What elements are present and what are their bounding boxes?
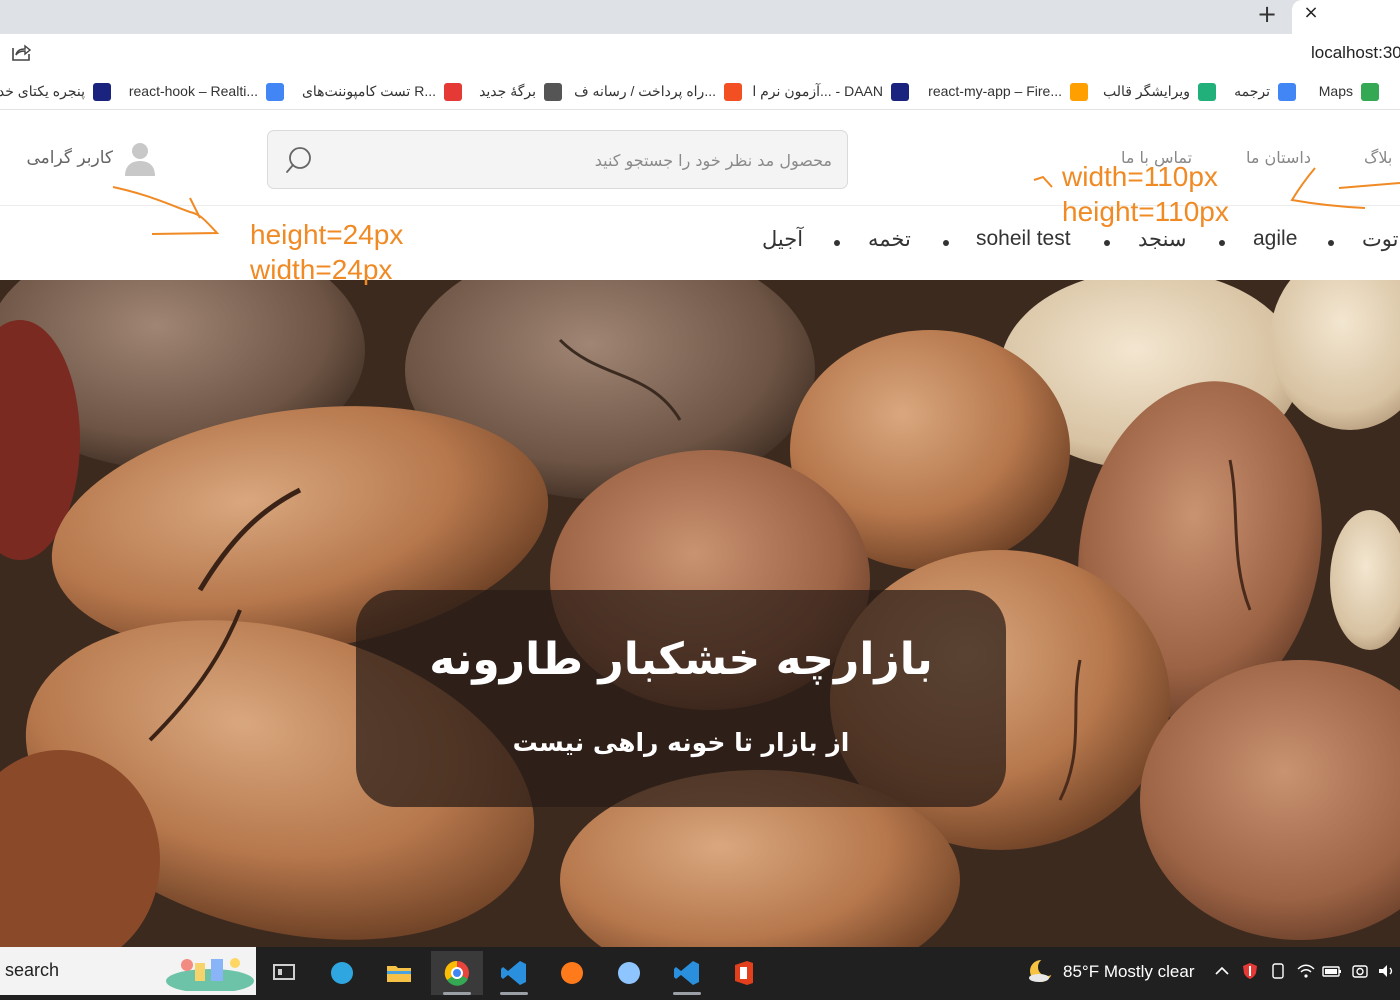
user-account[interactable]: کاربر گرامی [27,140,157,178]
battery-icon[interactable] [1322,961,1342,981]
search-highlight-icon [166,958,254,991]
wifi-icon[interactable] [1296,961,1316,981]
camera-icon[interactable] [1350,961,1370,981]
category-item[interactable]: آجیل [762,227,803,252]
weather-moon-icon [1029,958,1055,982]
edge-icon [331,962,353,984]
notepad-icon [618,962,640,984]
hero-subtitle: از بازار تا خونه راهی نیست [512,728,850,757]
annotation-user-height: height=24px [250,219,404,250]
hero-banner: بازارچه خشکبار طارونه از بازار تا خونه ر… [0,280,1400,947]
search-input[interactable] [332,145,832,175]
address-bar: localhost:300 [0,34,1400,74]
google-maps-icon [1361,83,1379,101]
annotation-user-width: width=24px [250,254,393,285]
file-explorer-icon [387,966,411,982]
category-item[interactable]: soheil test [976,227,1071,251]
bookmark-label: برگهٔ جدید [479,83,536,99]
firebase-icon [1070,83,1088,101]
device-icon[interactable] [1268,961,1288,981]
office-icon [724,83,742,101]
category-item[interactable]: سنجد [1138,227,1187,252]
tab-strip: + × [0,0,1400,34]
bookmark-item[interactable]: پنجره یکتای خدم [0,82,115,102]
separator-dot [834,240,840,246]
new-tab-button[interactable]: + [1255,2,1279,26]
nav-blog[interactable]: بلاگ [1364,148,1392,167]
search-box [267,130,848,189]
firefox-icon [561,962,583,984]
category-item[interactable]: تخمه [868,227,911,252]
daan-icon [891,83,909,101]
category-item[interactable]: agile [1253,227,1297,251]
annotation-nav-width: width=110px [1062,161,1218,192]
annotation-nav-height: height=110px [1062,196,1229,227]
bookmarks-bar: Maps ترجمه ویرایشگر قالب react-my-app – Fir… [0,74,1400,110]
taskbar-app-office[interactable] [718,951,770,995]
task-view-icon [273,964,295,980]
separator-dot [1219,240,1225,246]
w-logo-icon [1198,83,1216,101]
separator-dot [943,240,949,246]
running-indicator [673,992,701,995]
search-icon[interactable] [284,145,314,175]
nav-our-story[interactable]: داستان ما [1246,148,1311,167]
bookmark-label: ویرایشگر قالب [1103,83,1190,99]
taskbar-search-label: search [5,960,60,980]
taskbar-app-firefox[interactable] [546,951,598,995]
bookmark-label: Maps [1318,83,1353,99]
user-label: کاربر گرامی [26,148,113,168]
taskbar-app-vscode[interactable] [488,951,540,995]
url-field[interactable]: localhost:300 [1311,43,1400,63]
bookmark-label: ترجمه [1234,83,1270,99]
running-indicator [500,992,528,995]
taskbar-app-task-view[interactable] [258,951,310,995]
vscode-icon [674,961,699,985]
taskbar-app-edge[interactable] [316,951,368,995]
security-shield-icon[interactable] [1240,961,1260,981]
bookmark-label: پنجره یکتای خدم [0,83,85,99]
google-translate-icon [1278,83,1296,101]
hero-title: بازارچه خشکبار طارونه [429,634,933,685]
separator-dot [1328,240,1334,246]
user-icon [125,143,155,176]
separator-dot [1104,240,1110,246]
share-icon[interactable] [10,44,32,62]
taskbar-app-chrome[interactable] [431,951,483,995]
running-indicator [443,992,471,995]
hero-caption-card: بازارچه خشکبار طارونه از بازار تا خونه ر… [356,590,1006,807]
bookmark-label: آزمون نرم ا... - DAAN [752,83,883,99]
windows-taskbar: search 85°F Mostly clear [0,947,1400,1000]
globe-icon [544,83,562,101]
google-icon [266,83,284,101]
bookmark-label: react-hook – Realti... [128,83,258,99]
bookmark-label: react-my-app – Fire... [928,83,1062,99]
bookmark-label: راه پرداخت / رسانه ف... [574,83,716,99]
chevron-up-icon[interactable] [1212,961,1232,981]
weather-status[interactable]: 85°F Mostly clear [1063,962,1195,982]
bookmark-label: تست کامپوننت‌های R... [301,83,436,99]
taskbar-app-file-explorer[interactable] [373,951,425,995]
category-item[interactable]: توت [1362,227,1398,252]
close-tab-button[interactable]: × [1301,3,1321,23]
taskbar-app-notepad[interactable] [603,951,655,995]
taskbar-search[interactable]: search [0,947,256,995]
office-icon [735,961,753,985]
chrome-icon [444,960,469,986]
vscode-icon [501,961,526,985]
rocket-icon [444,83,462,101]
volume-icon[interactable] [1376,961,1396,981]
taskbar-app-vscode[interactable] [661,951,713,995]
daan-icon [93,83,111,101]
